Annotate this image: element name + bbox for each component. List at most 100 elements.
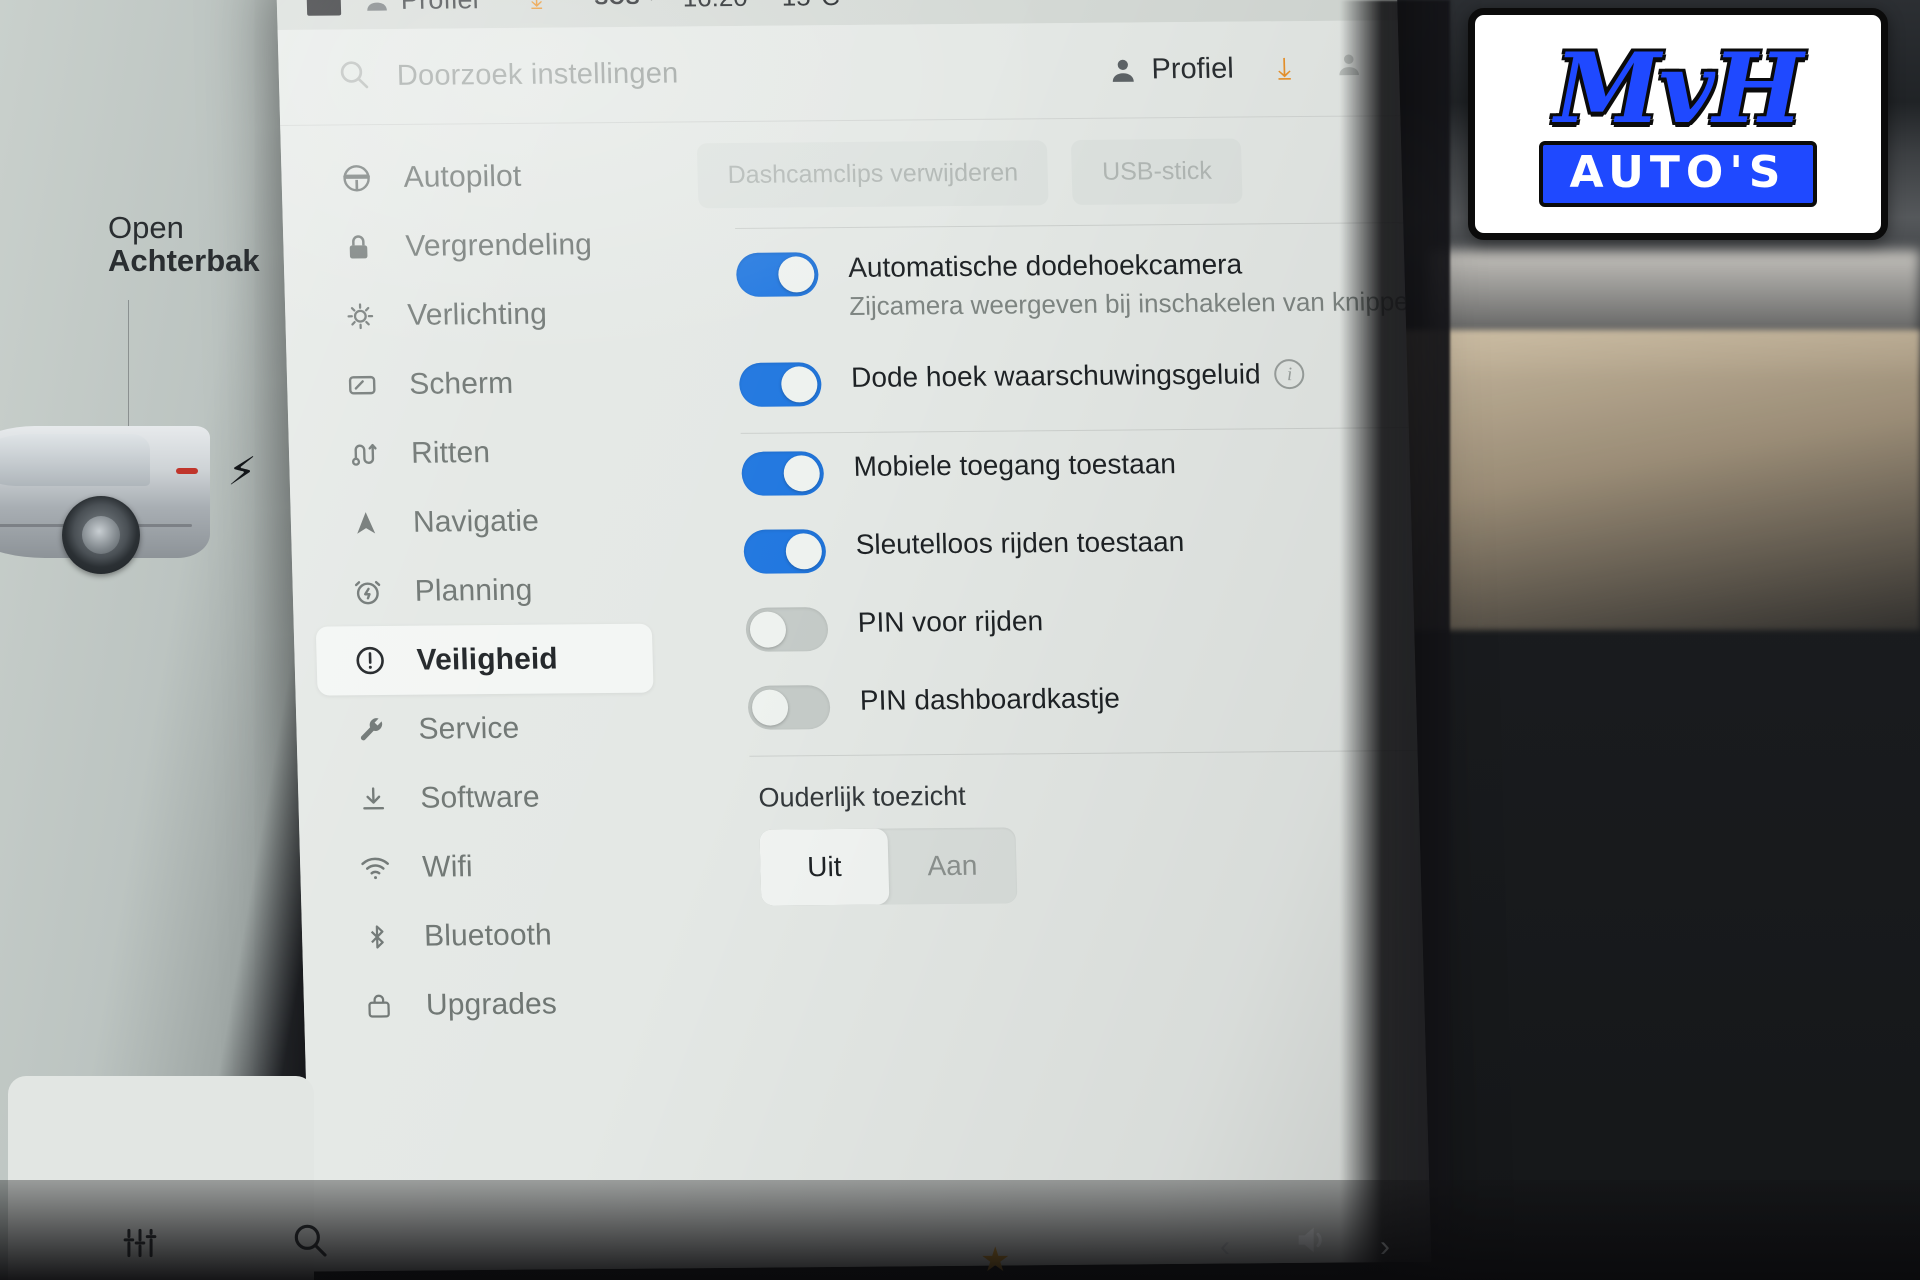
sidebar-item-label: Autopilot [403, 159, 522, 194]
screenshot-root: Profiel ⤓ SOS ↷ 16:20 15°C Doorzoek inst… [0, 0, 1920, 1280]
trips-route-icon [347, 437, 382, 471]
setting-title-row: Dode hoek waarschuwingsgeluid i [851, 358, 1306, 394]
schedule-clock-icon [350, 574, 385, 608]
tesla-car-side-icon: ⚡ [0, 404, 257, 674]
steering-wheel-icon [339, 161, 374, 195]
open-trunk-card[interactable]: Open Achterbak [108, 210, 318, 278]
sidebar-item-scherm[interactable]: Scherm [308, 348, 646, 420]
status-time: 16:20 [682, 0, 748, 13]
sidebar-item-wifi[interactable]: Wifi [321, 831, 659, 903]
sidebar-item-label: Planning [414, 573, 533, 608]
toggle-glovebox-pin[interactable] [747, 685, 831, 730]
settings-header-actions: Profiel ⤓ [1107, 51, 1363, 88]
sidebar-item-label: Wifi [421, 849, 474, 884]
sidebar-item-bluetooth[interactable]: Bluetooth [323, 900, 661, 972]
setting-title: PIN dashboardkastje [859, 682, 1121, 716]
sidebar-item-label: Verlichting [406, 297, 548, 332]
settings-sidebar: Autopilot Vergrendeling Verlichting Sche… [280, 123, 691, 1272]
setting-text: Mobiele toegang toestaan [853, 446, 1176, 483]
toggle-auto-blindspot-camera[interactable] [735, 252, 819, 297]
status-download-icon[interactable]: ⤓ [530, 0, 542, 14]
window-light-lower [1400, 330, 1920, 630]
display-icon [345, 368, 380, 402]
setting-text: Sleutelloos rijden toestaan [855, 524, 1184, 561]
download-icon [356, 781, 391, 815]
status-profile[interactable]: Profiel [362, 0, 479, 16]
toggle-pin-to-drive[interactable] [745, 607, 829, 652]
search-input[interactable]: Doorzoek instellingen [396, 57, 678, 92]
watermark-sub-text: AUTO'S [1539, 140, 1817, 208]
car-glass [0, 434, 150, 486]
lock-icon [341, 230, 376, 264]
delete-dashcam-clips-button[interactable]: Dashcamclips verwijderen [696, 139, 1049, 208]
wrench-icon [354, 712, 389, 746]
parental-option-on[interactable]: Aan [887, 827, 1017, 904]
parental-option-off[interactable]: Uit [759, 828, 890, 906]
setting-text: PIN dashboardkastje [859, 681, 1120, 717]
info-circle-icon[interactable]: i [1274, 358, 1306, 390]
settings-panel: Doorzoek instellingen Profiel ⤓ Autopilo… [277, 20, 1432, 1272]
setting-row-keyless-driving[interactable]: Sleutelloos rijden toestaan [743, 506, 1432, 590]
sidebar-item-verlichting[interactable]: Verlichting [306, 279, 644, 351]
sidebar-item-planning[interactable]: Planning [314, 555, 652, 627]
setting-title: Mobiele toegang toestaan [853, 448, 1177, 482]
parental-control-segmented[interactable]: Uit Aan [759, 827, 1018, 906]
usb-stick-button[interactable]: USB-stick [1071, 138, 1243, 205]
setting-row-mobile-access[interactable]: Mobiele toegang toestaan [741, 428, 1432, 512]
car-wheel-rear [62, 496, 140, 574]
sidebar-item-label: Upgrades [425, 986, 558, 1022]
watermark-main-text: MvH [1552, 31, 1807, 145]
bluetooth-icon [360, 919, 395, 953]
open-trunk-line1: Open [108, 210, 184, 245]
sidebar-item-navigatie[interactable]: Navigatie [312, 486, 650, 558]
toggle-blindspot-warning-sound[interactable] [738, 362, 822, 407]
sidebar-item-veiligheid[interactable]: Veiligheid [315, 623, 654, 696]
setting-text: PIN voor rijden [857, 603, 1043, 639]
status-sos-label[interactable]: SOS [594, 0, 641, 10]
dealer-watermark: MvH AUTO'S [1468, 8, 1888, 240]
status-temperature: 15°C [781, 0, 840, 12]
charge-port-indicator [176, 468, 198, 474]
sidebar-item-autopilot[interactable]: Autopilot [303, 141, 641, 213]
toggle-keyless-driving[interactable] [743, 529, 827, 574]
parental-control-label: Ouderlijk toezicht [758, 780, 967, 813]
sidebar-item-label: Bluetooth [423, 917, 553, 953]
sidebar-item-service[interactable]: Service [318, 693, 656, 765]
toggle-knob [751, 689, 789, 726]
setting-row-auto-blindspot-camera[interactable]: Automatische dodehoekcamera Zijcamera we… [735, 223, 1431, 345]
toggle-knob [780, 366, 818, 403]
sidebar-item-label: Veiligheid [416, 641, 559, 677]
profile-button[interactable]: Profiel [1107, 53, 1234, 87]
sidebar-item-label: Navigatie [412, 504, 540, 539]
toggle-knob [777, 256, 815, 293]
upgrade-bag-icon [362, 988, 397, 1022]
toggle-knob [749, 611, 787, 648]
settings-content: Dashcamclips verwijderen USB-stick Autom… [660, 115, 1432, 1268]
lightning-bolt-icon[interactable]: ⚡ [227, 450, 257, 495]
setting-title: Sleutelloos rijden toestaan [855, 526, 1185, 560]
settings-search-row[interactable]: Doorzoek instellingen Profiel ⤓ [277, 20, 1401, 126]
setting-row-pin-to-drive[interactable]: PIN voor rijden [745, 583, 1431, 667]
sidebar-item-label: Ritten [410, 435, 491, 470]
settings-group-parental: Ouderlijk toezicht Uit Aan [714, 776, 1431, 906]
tesla-center-screen: Profiel ⤓ SOS ↷ 16:20 15°C Doorzoek inst… [276, 0, 1432, 1272]
sidebar-item-upgrades[interactable]: Upgrades [325, 969, 663, 1041]
wifi-icon [358, 850, 393, 884]
download-icon[interactable]: ⤓ [1277, 52, 1291, 86]
sidebar-item-vergrendeling[interactable]: Vergrendeling [305, 210, 643, 282]
sidebar-item-ritten[interactable]: Ritten [310, 417, 648, 489]
setting-row-blindspot-warning-sound[interactable]: Dode hoek waarschuwingsgeluid i [738, 339, 1431, 423]
sidebar-item-software[interactable]: Software [319, 762, 657, 834]
divider [749, 749, 1432, 757]
sidebar-item-label: Vergrendeling [405, 227, 593, 263]
content-action-row: Dashcamclips verwijderen USB-stick [696, 116, 1431, 219]
open-trunk-line2: Achterbak [108, 242, 260, 278]
toggle-knob [783, 455, 821, 492]
toggle-mobile-access[interactable] [741, 451, 825, 496]
light-bulb-icon [343, 299, 378, 333]
setting-text: Dode hoek waarschuwingsgeluid i [851, 356, 1306, 394]
setting-row-glovebox-pin[interactable]: PIN dashboardkastje [747, 661, 1431, 745]
sos-arc-icon: ↷ [638, 0, 657, 11]
toggle-knob [785, 533, 823, 570]
setting-title: PIN voor rijden [857, 605, 1044, 638]
